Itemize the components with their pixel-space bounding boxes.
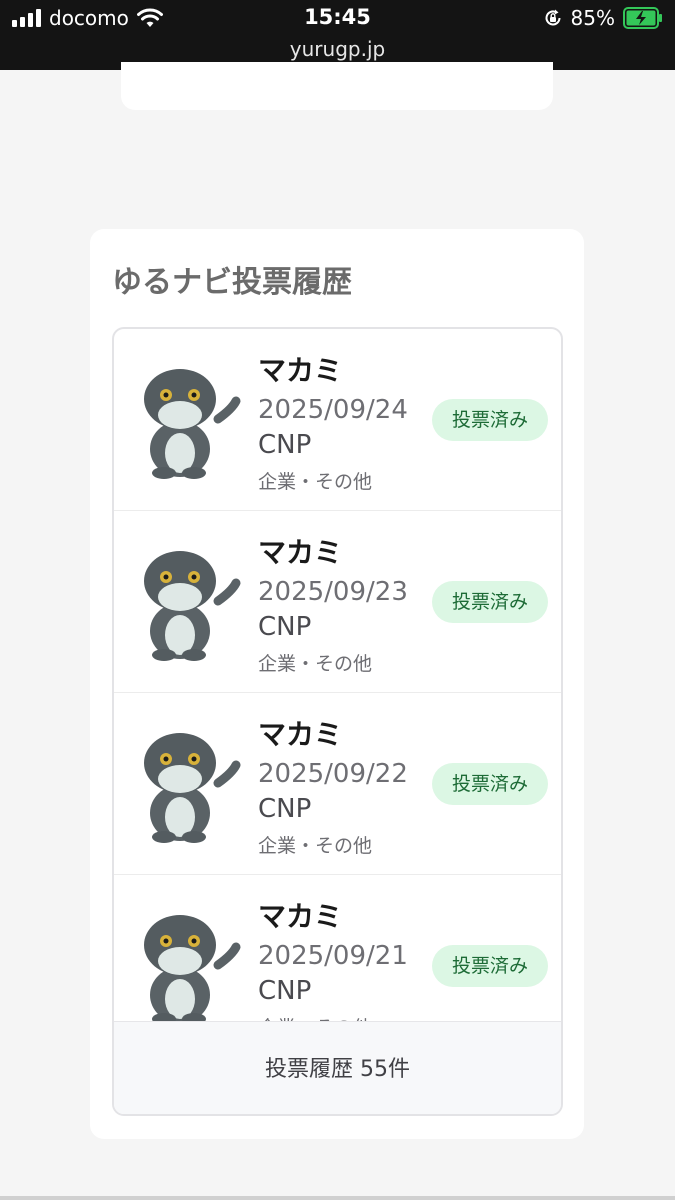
vote-date: 2025/09/22	[258, 759, 408, 789]
status-badge: 投票済み	[432, 945, 548, 987]
status-badge: 投票済み	[432, 581, 548, 623]
mascot-image	[132, 907, 244, 1021]
vote-history-section: ゆるナビ投票履歴 マカミ 2025/09/24 CNP 企業・その他 投票済み …	[90, 229, 584, 1139]
previous-card	[121, 62, 553, 110]
category: 企業・その他	[258, 1013, 372, 1021]
vote-date: 2025/09/24	[258, 395, 408, 425]
mascot-name: マカミ	[258, 536, 343, 569]
list-item[interactable]: マカミ 2025/09/24 CNP 企業・その他 投票済み	[114, 329, 561, 511]
category: 企業・その他	[258, 835, 373, 857]
vote-history-list[interactable]: マカミ 2025/09/24 CNP 企業・その他 投票済み マカミ 2025/…	[112, 327, 563, 1116]
status-bar: docomo 15:45 85% yurugp.jp	[0, 0, 675, 70]
vote-list-scroll[interactable]: マカミ 2025/09/24 CNP 企業・その他 投票済み マカミ 2025/…	[114, 329, 561, 1021]
status-badge: 投票済み	[432, 399, 548, 441]
mascot-name: マカミ	[258, 900, 343, 933]
list-item[interactable]: マカミ 2025/09/22 CNP 企業・その他 投票済み	[114, 693, 561, 875]
rotation-lock-icon	[545, 9, 561, 26]
mascot-image	[132, 543, 244, 661]
organization: CNP	[258, 794, 312, 824]
mascot-name: マカミ	[258, 718, 343, 751]
vote-date: 2025/09/21	[258, 941, 408, 971]
url-bar[interactable]: yurugp.jp	[0, 37, 675, 61]
list-item[interactable]: マカミ 2025/09/21 CNP 企業・その他 投票済み	[114, 875, 561, 1021]
vote-count-footer: 投票履歴 55件	[114, 1021, 561, 1114]
battery-percent: 85%	[570, 6, 615, 30]
category: 企業・その他	[258, 471, 373, 493]
status-right: 85%	[543, 6, 663, 30]
organization: CNP	[258, 612, 312, 642]
vote-date: 2025/09/23	[258, 577, 408, 607]
organization: CNP	[258, 430, 312, 460]
category: 企業・その他	[258, 653, 373, 675]
mascot-image	[132, 725, 244, 843]
status-badge: 投票済み	[432, 763, 548, 805]
mascot-name: マカミ	[258, 354, 343, 387]
mascot-image	[132, 361, 244, 479]
list-item[interactable]: マカミ 2025/09/23 CNP 企業・その他 投票済み	[114, 511, 561, 693]
organization: CNP	[258, 976, 312, 1006]
section-title: ゆるナビ投票履歴	[112, 265, 352, 300]
battery-icon	[623, 7, 662, 29]
bottom-edge	[0, 1196, 675, 1200]
